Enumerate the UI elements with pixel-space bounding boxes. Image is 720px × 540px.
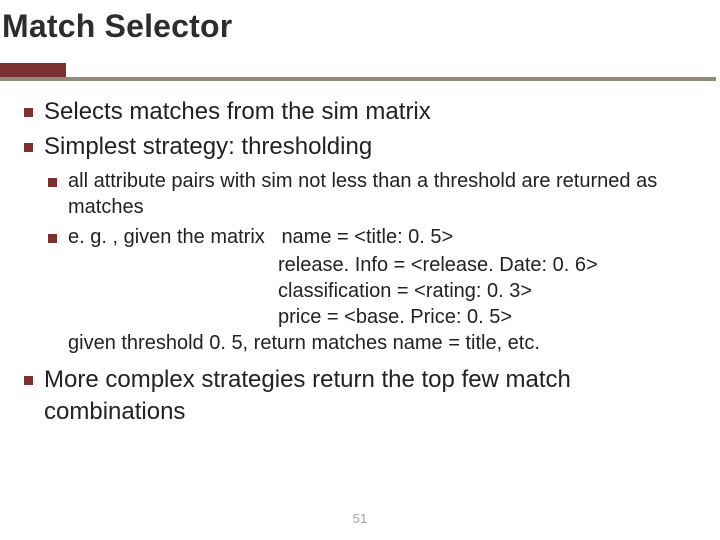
bullet-2-text: Simplest strategy: thresholding [44,133,372,160]
matrix-line-2: release. Info = <release. Date: 0. 6> [68,252,700,278]
rule-bar [0,77,716,81]
bullet-1-text: Selects matches from the sim matrix [44,98,431,125]
bullet-1: Selects matches from the sim matrix [20,96,700,127]
bullet-3-text: More complex strategies return the top f… [44,366,571,424]
bullet-2-2-tail: given threshold 0. 5, return matches nam… [68,330,700,356]
matrix-line-1: name = <title: 0. 5> [281,226,453,248]
bullet-2: Simplest strategy: thresholding all attr… [20,131,700,356]
slide: Match Selector Selects matches from the … [0,0,720,540]
rule-accent [0,63,66,77]
bullet-2-2-lead: e. g. , given the matrix [68,226,281,248]
bullet-2-1-text: all attribute pairs with sim not less th… [68,170,657,218]
matrix-line-3: classification = <rating: 0. 3> [68,278,700,304]
matrix-line-4: price = <base. Price: 0. 5> [68,304,700,330]
page-number: 51 [0,511,720,526]
bullet-2-sublist: all attribute pairs with sim not less th… [44,168,700,356]
bullet-3: More complex strategies return the top f… [20,364,700,426]
bullet-list: Selects matches from the sim matrix Simp… [20,96,700,427]
page-title: Match Selector [2,8,232,45]
bullet-2-2: e. g. , given the matrix name = <title: … [44,224,700,356]
bullet-2-1: all attribute pairs with sim not less th… [44,168,700,220]
matrix-block: release. Info = <release. Date: 0. 6> cl… [68,252,700,330]
body: Selects matches from the sim matrix Simp… [20,96,700,431]
title-rule [0,63,720,81]
